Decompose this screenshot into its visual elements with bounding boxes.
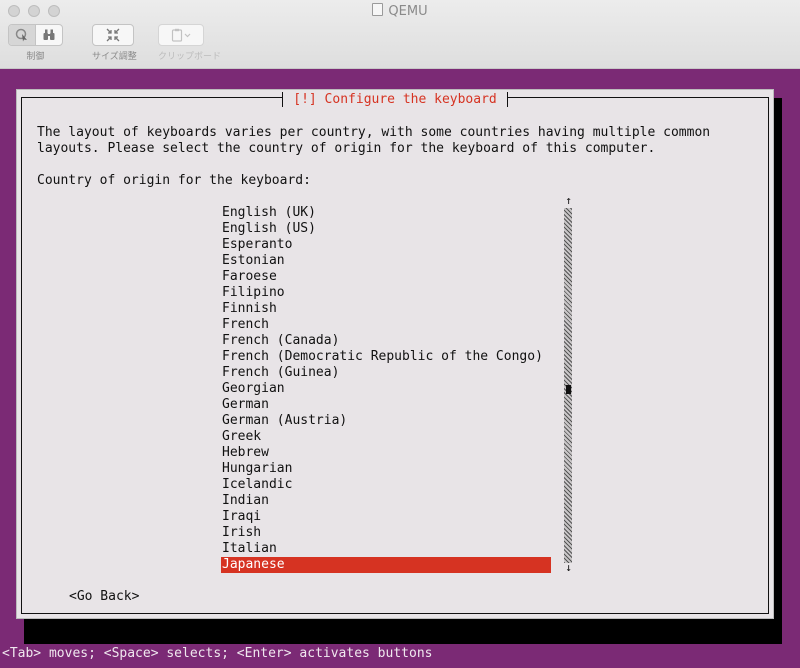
country-option[interactable]: Esperanto bbox=[221, 237, 551, 253]
country-option[interactable]: Finnish bbox=[221, 301, 551, 317]
window-title: QEMU bbox=[388, 4, 428, 19]
country-option[interactable]: Estonian bbox=[221, 253, 551, 269]
country-option[interactable]: Filipino bbox=[221, 285, 551, 301]
resize-button[interactable] bbox=[93, 25, 133, 45]
country-option[interactable]: German bbox=[221, 397, 551, 413]
pointer-capture-button[interactable] bbox=[9, 25, 35, 45]
country-option[interactable]: French (Canada) bbox=[221, 333, 551, 349]
scroll-up-icon[interactable]: ↑ bbox=[564, 195, 573, 206]
vm-display[interactable]: [!] Configure the keyboard The layout of… bbox=[0, 69, 800, 668]
dialog-title-bar: [!] Configure the keyboard bbox=[22, 92, 768, 107]
shrink-arrows-icon bbox=[106, 28, 120, 42]
resize-toolbar-group: サイズ調整 bbox=[92, 24, 137, 62]
scrollbar-thumb[interactable] bbox=[566, 385, 571, 394]
country-option[interactable]: French bbox=[221, 317, 551, 333]
clipboard-label: クリップボード bbox=[158, 52, 222, 62]
country-option[interactable]: Faroese bbox=[221, 269, 551, 285]
country-list[interactable]: English (UK) English (US) Esperanto Estonia… bbox=[221, 205, 551, 573]
keyboard-capture-button[interactable] bbox=[35, 25, 62, 45]
help-line: <Tab> moves; <Space> selects; <Enter> ac… bbox=[0, 644, 800, 668]
country-option[interactable]: English (UK) bbox=[221, 205, 551, 221]
clipboard-toolbar-group: クリップボード bbox=[158, 24, 221, 62]
control-toolbar-group: 制御 bbox=[8, 24, 63, 62]
binoculars-icon bbox=[43, 29, 55, 40]
country-option[interactable]: English (US) bbox=[221, 221, 551, 237]
cursor-capture-icon bbox=[15, 28, 27, 42]
control-label: 制御 bbox=[26, 52, 45, 62]
country-option[interactable]: French (Guinea) bbox=[221, 365, 551, 381]
country-option[interactable]: Italian bbox=[221, 541, 551, 557]
dialog-title: [!] Configure the keyboard bbox=[282, 92, 508, 107]
document-icon bbox=[372, 3, 384, 16]
window-titlebar: QEMU 制御 サイズ調整 クリップボード bbox=[0, 0, 800, 69]
country-option[interactable]: Hebrew bbox=[221, 445, 551, 461]
scroll-down-icon[interactable]: ↓ bbox=[564, 562, 573, 573]
country-option[interactable]: Greek bbox=[221, 429, 551, 445]
window-title-area: QEMU bbox=[0, 3, 800, 19]
country-option[interactable]: Japanese bbox=[221, 557, 551, 573]
country-option[interactable]: German (Austria) bbox=[221, 413, 551, 429]
country-option[interactable]: Icelandic bbox=[221, 477, 551, 493]
clipboard-icon bbox=[171, 28, 191, 42]
country-option[interactable]: Georgian bbox=[221, 381, 551, 397]
country-prompt: Country of origin for the keyboard: bbox=[37, 173, 311, 188]
dialog-frame: [!] Configure the keyboard The layout of… bbox=[21, 92, 769, 614]
country-option[interactable]: Hungarian bbox=[221, 461, 551, 477]
resize-label: サイズ調整 bbox=[92, 52, 137, 62]
keyboard-config-dialog: [!] Configure the keyboard The layout of… bbox=[16, 89, 774, 619]
country-option[interactable]: Iraqi bbox=[221, 509, 551, 525]
dialog-description: The layout of keyboards varies per count… bbox=[37, 125, 711, 156]
clipboard-button[interactable] bbox=[159, 25, 203, 45]
country-option[interactable]: Indian bbox=[221, 493, 551, 509]
country-option[interactable]: French (Democratic Republic of the Congo… bbox=[221, 349, 551, 365]
country-option[interactable]: Irish bbox=[221, 525, 551, 541]
go-back-button[interactable]: <Go Back> bbox=[69, 589, 139, 605]
